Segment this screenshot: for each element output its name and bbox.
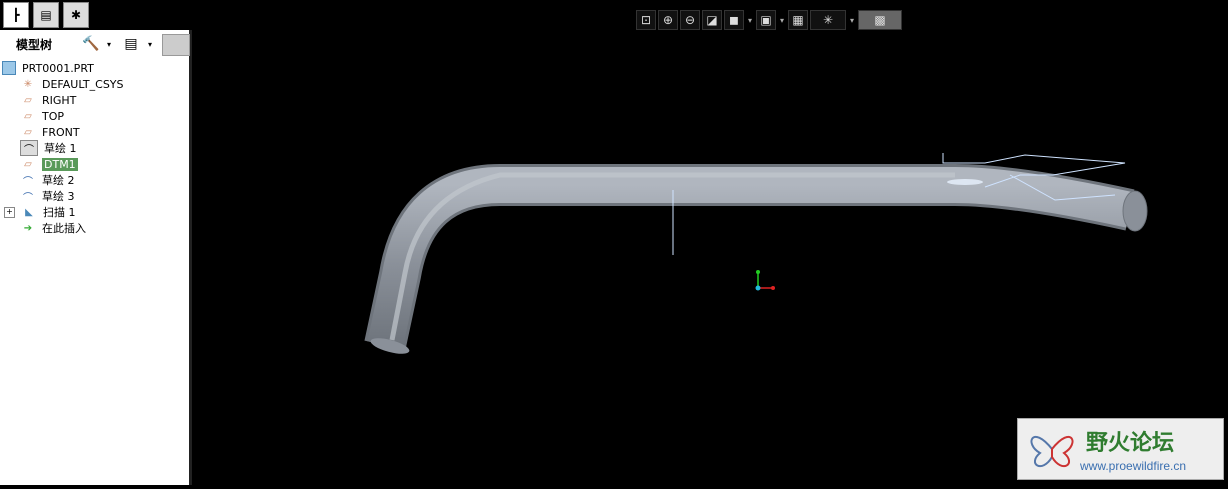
logo-name: 野火论坛 bbox=[1086, 431, 1175, 456]
expand-plus-icon[interactable]: + bbox=[4, 206, 15, 218]
sketch-icon: ⌒ bbox=[23, 192, 33, 204]
zoom-out-icon[interactable]: ⊖ bbox=[680, 10, 700, 30]
sweep-icon: ◣ bbox=[25, 206, 33, 218]
sketch-icon: ⌒ bbox=[20, 140, 38, 156]
chevron-down-icon[interactable]: ▾ bbox=[746, 10, 754, 30]
tree-item-top[interactable]: ▱ TOP bbox=[20, 108, 64, 124]
shading-icon[interactable]: ◼ bbox=[724, 10, 744, 30]
zoom-in-icon[interactable]: ⊕ bbox=[658, 10, 678, 30]
datum-plane-icon: ▱ bbox=[24, 94, 32, 106]
display-style-icon[interactable]: ▩ bbox=[858, 10, 902, 30]
tree-item-insert-here[interactable]: ➔ 在此插入 bbox=[20, 220, 86, 236]
chevron-down-icon[interactable]: ▾ bbox=[848, 10, 856, 30]
datum-plane-icon: ▱ bbox=[24, 110, 32, 122]
logo-url: www.proewildfire.cn bbox=[1080, 459, 1187, 473]
model-tree-panel: 模型树 🔨 ▾ ▤ ▾ PRT0001.PRT ✳ DEFAULT_CSYS ▱… bbox=[0, 30, 192, 485]
coordinate-system-triad bbox=[755, 270, 775, 291]
zoom-fit-icon[interactable]: ⊡ bbox=[636, 10, 656, 30]
tree-item-sketch-2[interactable]: ⌒ 草绘 2 bbox=[20, 172, 75, 188]
view-toolbar: ⊡ ⊕ ⊖ ◪ ◼ ▾ ▣ ▾ ▦ ✳ ▾ ▩ bbox=[636, 8, 902, 32]
folder-browser-tab-icon[interactable]: ▤ bbox=[33, 2, 59, 28]
pipe-end-cap bbox=[1122, 190, 1148, 232]
model-tree-title: 模型树 bbox=[16, 37, 53, 52]
tree-item-dtm1[interactable]: ▱ DTM1 bbox=[20, 156, 78, 172]
chevron-down-icon[interactable]: ▾ bbox=[778, 10, 786, 30]
model-tree-header: 模型树 🔨 ▾ ▤ ▾ bbox=[0, 30, 190, 58]
chevron-down-icon[interactable]: ▾ bbox=[104, 34, 114, 54]
grip-icon[interactable] bbox=[162, 34, 190, 56]
tree-item-sweep-1[interactable]: + ◣ 扫描 1 bbox=[4, 204, 76, 220]
sketch-icon: ⌒ bbox=[23, 176, 33, 188]
insert-here-arrow-icon: ➔ bbox=[23, 222, 33, 234]
view-manager-icon[interactable]: ▦ bbox=[788, 10, 808, 30]
repaint-icon[interactable]: ◪ bbox=[702, 10, 722, 30]
chevron-down-icon[interactable]: ▾ bbox=[145, 34, 155, 54]
tree-item-sketch-3[interactable]: ⌒ 草绘 3 bbox=[20, 188, 75, 204]
tree-item-sketch-1[interactable]: ⌒ 草绘 1 bbox=[20, 140, 77, 156]
datum-plane-icon: ▱ bbox=[24, 126, 32, 138]
tree-item-part[interactable]: PRT0001.PRT bbox=[2, 60, 94, 76]
part-icon bbox=[2, 61, 16, 75]
swept-pipe bbox=[364, 164, 1135, 350]
settings-tools-icon[interactable]: 🔨 bbox=[80, 34, 102, 54]
csys-icon: ✳ bbox=[23, 78, 33, 90]
model-tree-tab-icon[interactable]: ┣ bbox=[3, 2, 29, 28]
saved-views-icon[interactable]: ▣ bbox=[756, 10, 776, 30]
favorites-tab-icon[interactable]: ✱ bbox=[63, 2, 89, 28]
butterfly-logo-icon bbox=[1030, 435, 1074, 468]
navigator-tabs: ┣ ▤ ✱ bbox=[0, 0, 193, 30]
datum-plane-icon: ▱ bbox=[24, 158, 32, 170]
datum-display-icon[interactable]: ✳ bbox=[810, 10, 846, 30]
tree-item-csys[interactable]: ✳ DEFAULT_CSYS bbox=[20, 76, 124, 92]
show-options-icon[interactable]: ▤ bbox=[120, 34, 142, 54]
forum-watermark-logo: 野火论坛 www.proewildfire.cn bbox=[1017, 418, 1224, 480]
tree-item-front[interactable]: ▱ FRONT bbox=[20, 124, 79, 140]
tree-item-right[interactable]: ▱ RIGHT bbox=[20, 92, 76, 108]
